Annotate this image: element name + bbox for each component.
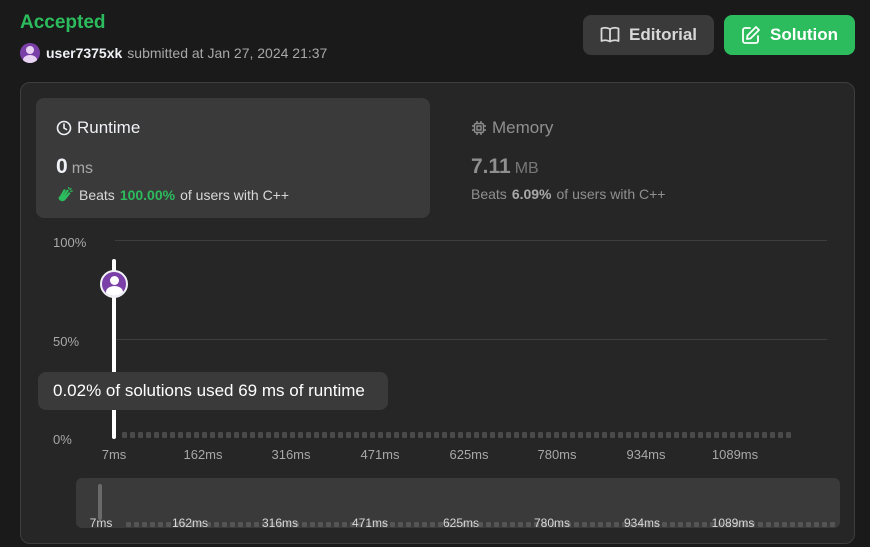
scrubber-tick: 780ms xyxy=(533,516,571,528)
memory-title: Memory xyxy=(492,118,554,137)
memory-value: 7.11 MB xyxy=(471,155,539,179)
memory-beats-pct: 6.09% xyxy=(511,186,552,202)
avatar[interactable] xyxy=(20,43,40,63)
edit-icon xyxy=(742,26,760,44)
x-tick: 625ms xyxy=(449,447,489,462)
solution-button[interactable]: Solution xyxy=(724,15,855,55)
runtime-number: 0 xyxy=(56,155,68,178)
editorial-label: Editorial xyxy=(628,25,697,44)
runtime-beats-suffix: of users with C++ xyxy=(180,187,290,203)
your-submission-marker[interactable] xyxy=(100,270,128,298)
scrubber-tick: 1089ms xyxy=(711,516,755,528)
x-tick: 471ms xyxy=(360,447,400,462)
memory-beats-label: Beats xyxy=(471,186,507,202)
editorial-button[interactable]: Editorial xyxy=(583,15,714,55)
y-tick-0: 0% xyxy=(53,432,72,447)
runtime-title: Runtime xyxy=(77,118,141,137)
runtime-unit: ms xyxy=(71,160,94,177)
distribution-bars[interactable] xyxy=(122,432,822,438)
gridline-100 xyxy=(115,240,827,241)
y-tick-100: 100% xyxy=(53,235,87,250)
submitted-time: submitted at Jan 27, 2024 21:37 xyxy=(127,45,328,61)
memory-unit: MB xyxy=(514,160,539,177)
x-tick: 1089ms xyxy=(711,447,759,462)
x-tick: 162ms xyxy=(183,447,223,462)
scrubber-tick: 162ms xyxy=(171,516,209,528)
memory-number: 7.11 xyxy=(471,155,511,178)
runtime-beats: Beats 100.00% of users with C++ xyxy=(56,186,289,204)
x-tick: 7ms xyxy=(101,447,127,462)
memory-card[interactable]: Memory 7.11 MB Beats 6.09% of users with … xyxy=(451,98,845,218)
memory-beats: Beats 6.09% of users with C++ xyxy=(471,186,665,202)
x-tick: 316ms xyxy=(271,447,311,462)
gridline-50 xyxy=(115,339,827,340)
submission-status: Accepted xyxy=(20,12,106,33)
chip-icon xyxy=(472,121,486,135)
scrubber-handle[interactable] xyxy=(98,484,102,520)
scrubber-tick: 625ms xyxy=(442,516,480,528)
x-tick: 780ms xyxy=(537,447,577,462)
x-tick: 934ms xyxy=(626,447,666,462)
runtime-card[interactable]: Runtime 0 ms Beats 100.00% of users with … xyxy=(36,98,430,218)
y-tick-50: 50% xyxy=(53,334,80,349)
submitter-info: user7375xk submitted at Jan 27, 2024 21:… xyxy=(20,43,327,63)
memory-beats-suffix: of users with C++ xyxy=(556,186,666,202)
scrubber-tick: 7ms xyxy=(89,516,113,528)
runtime-beats-label: Beats xyxy=(79,187,115,203)
scrubber-tick: 934ms xyxy=(623,516,661,528)
runtime-value: 0 ms xyxy=(56,155,93,179)
solution-label: Solution xyxy=(770,25,838,44)
runtime-header: Runtime xyxy=(56,118,140,138)
scrubber-tick: 471ms xyxy=(351,516,389,528)
clap-icon xyxy=(58,186,73,202)
range-scrubber[interactable]: 7ms 162ms 316ms 471ms 625ms 780ms 934ms … xyxy=(76,478,840,528)
chart-tooltip: 0.02% of solutions used 69 ms of runtime xyxy=(38,372,388,410)
book-icon xyxy=(600,26,620,43)
performance-panel: Runtime 0 ms Beats 100.00% of users with … xyxy=(20,82,855,544)
scrubber-tick: 316ms xyxy=(261,516,299,528)
username-link[interactable]: user7375xk xyxy=(46,45,122,61)
memory-header: Memory xyxy=(471,118,553,138)
clock-icon xyxy=(56,120,72,136)
runtime-beats-pct: 100.00% xyxy=(119,187,176,203)
